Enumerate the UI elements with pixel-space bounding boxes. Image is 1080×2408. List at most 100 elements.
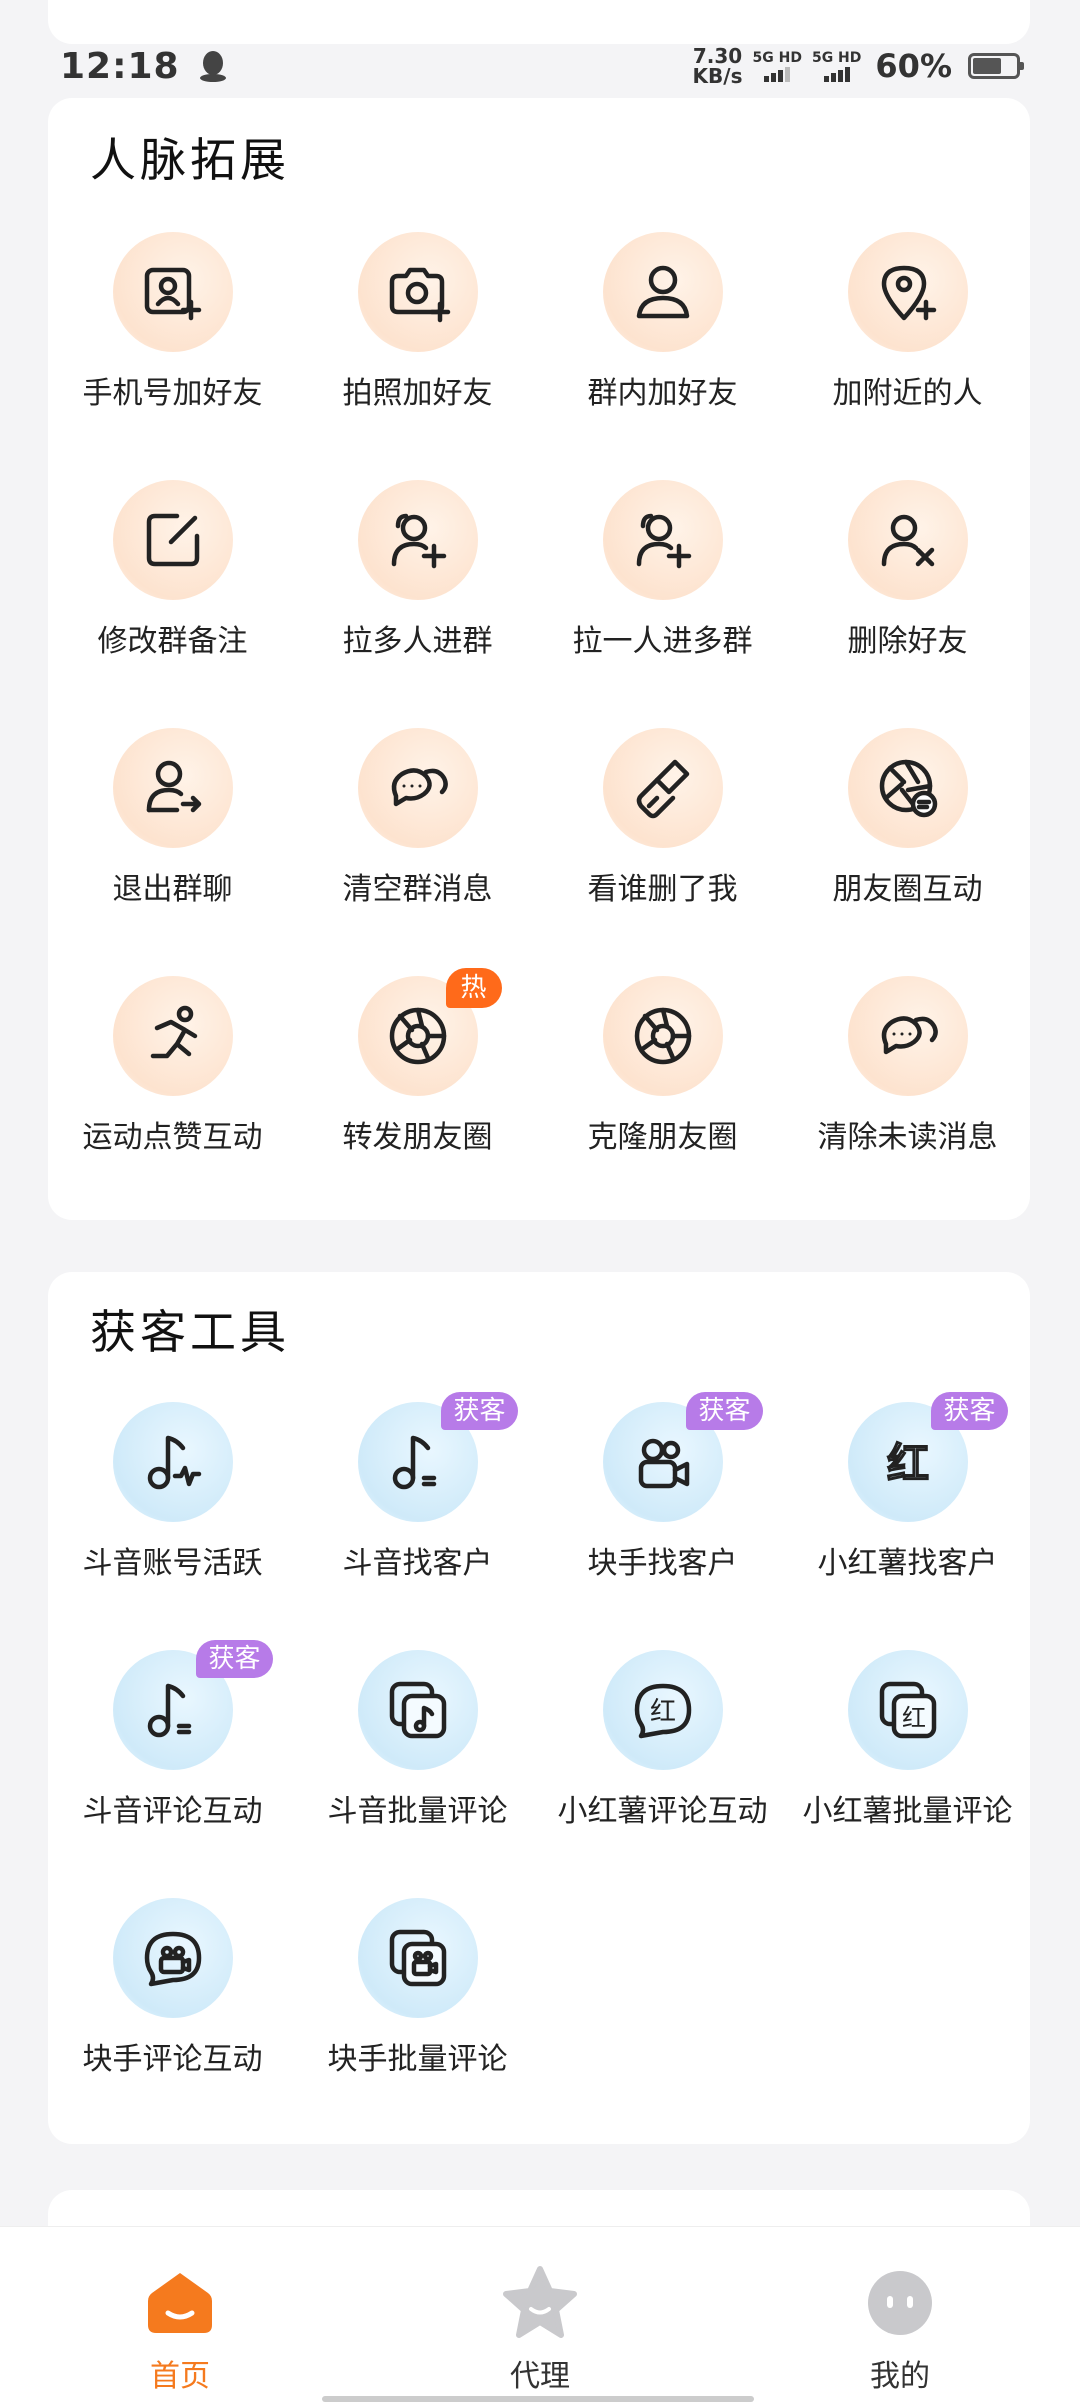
tool-item[interactable]: 手机号加好友 [50, 232, 295, 432]
tool-item[interactable]: 退出群聊 [50, 728, 295, 928]
person-icon [636, 265, 689, 319]
red-bubble-icon: 红 [634, 1683, 691, 1739]
music-note-icon [392, 1435, 436, 1490]
tool-item[interactable]: 获客块手找客户 [540, 1392, 785, 1602]
tool-item[interactable]: 拍照加好友 [295, 232, 540, 432]
nav-home[interactable]: 首页 [0, 2227, 360, 2408]
tool-icon-circle [357, 1650, 478, 1770]
tool-item[interactable]: 红小红薯批量评论 [785, 1650, 1030, 1850]
tool-item[interactable]: 拉一人进多群 [540, 480, 785, 680]
tool-icon-circle: 获客 [357, 1392, 518, 1522]
nav-mine[interactable]: 我的 [720, 2227, 1080, 2408]
tool-label: 清空群消息 [342, 872, 493, 907]
location-add-icon [881, 265, 936, 321]
tool-label: 运动点赞互动 [82, 1120, 263, 1155]
tool-item[interactable]: 删除好友 [785, 480, 1030, 680]
stacked-red-icon: 红 [879, 1681, 936, 1739]
tool-icon-circle [357, 728, 478, 848]
tool-label: 克隆朋友圈 [587, 1120, 738, 1155]
home-indicator [322, 2396, 754, 2402]
aperture-icon [634, 1007, 691, 1065]
tool-label: 拍照加好友 [342, 376, 493, 411]
tool-icon-circle [112, 728, 233, 848]
tool-label: 退出群聊 [112, 872, 233, 907]
tool-item[interactable]: 群内加好友 [540, 232, 785, 432]
tool-item[interactable]: 清除未读消息 [785, 976, 1030, 1176]
user-add-icon [636, 513, 691, 569]
tool-icon-circle [847, 480, 968, 600]
status-indicators: 7.30 KB/s 5G HD 5G HD 60% [692, 44, 1024, 88]
music-note-icon [147, 1683, 191, 1738]
aperture-chat-icon [879, 759, 937, 818]
running-icon [150, 1005, 197, 1059]
tool-item[interactable]: 红获客 小红薯找客户 [785, 1392, 1030, 1602]
tool-item[interactable]: 斗音批量评论 [295, 1650, 540, 1850]
tool-icon-circle [847, 728, 968, 848]
tool-icon-circle [602, 480, 723, 600]
tool-icon-circle: 获客 [602, 1392, 763, 1522]
tool-icon-circle [112, 1402, 233, 1522]
tool-label: 小红薯批量评论 [802, 1794, 1013, 1829]
tool-icon-circle [847, 976, 968, 1096]
music-pulse-icon [147, 1435, 201, 1490]
tool-icon-circle: 热 [357, 968, 502, 1096]
nav-agent[interactable]: 代理 [360, 2227, 720, 2408]
tool-label: 加附近的人 [832, 376, 983, 411]
tool-item[interactable]: 获客斗音找客户 [295, 1392, 540, 1602]
tool-label: 块手评论互动 [82, 2042, 263, 2077]
tool-item[interactable]: 热转发朋友圈 [295, 968, 540, 1176]
network-expansion-card: 人脉拓展 手机号加好友 拍照加好友 群内加好友 加附近的人 修改群备注 拉多人进群 拉一人进… [48, 98, 1030, 1220]
tool-icon-circle: 红 [847, 1650, 968, 1770]
tool-item[interactable]: 拉多人进群 [295, 480, 540, 680]
tool-icon-circle: 红 [602, 1650, 723, 1770]
tool-item[interactable]: 块手评论互动 [50, 1898, 295, 2098]
tool-icon-circle [112, 232, 233, 352]
tool-label: 小红薯找客户 [817, 1546, 998, 1581]
status-bar: 12:18 7.30 KB/s 5G HD 5G HD 60% [0, 36, 1080, 96]
tool-label: 块手批量评论 [327, 2042, 508, 2077]
battery-icon [968, 53, 1024, 79]
stacked-music-icon [389, 1681, 446, 1739]
tool-icon-circle [602, 232, 723, 352]
tool-item[interactable]: 获客 斗音评论互动 [50, 1640, 295, 1850]
brush-icon [636, 759, 689, 819]
customer-acquisition-card: 获客工具 斗音账号活跃 获客 斗音找客户 获客 块手找客户红获客 小红薯找客户 获客 斗音评论… [48, 1272, 1030, 2144]
chat-bubbles-icon [391, 768, 448, 807]
tool-icon-circle [112, 976, 233, 1096]
tool-label: 转发朋友圈 [342, 1120, 493, 1155]
hot-badge: 热 [445, 968, 502, 1008]
sim2-signal: 5G HD [812, 50, 861, 82]
tool-item[interactable]: 清空群消息 [295, 728, 540, 928]
network-speed: 7.30 KB/s [692, 44, 743, 88]
tool-item[interactable]: 朋友圈互动 [785, 728, 1030, 928]
tool-label: 块手找客户 [587, 1546, 738, 1581]
tool-item[interactable]: 看谁删了我 [540, 728, 785, 928]
tool-label: 斗音找客户 [342, 1546, 493, 1581]
tool-item[interactable]: 修改群备注 [50, 480, 295, 680]
tool-item[interactable]: 红小红薯评论互动 [540, 1650, 785, 1850]
tool-item[interactable]: 加附近的人 [785, 232, 1030, 432]
bottom-navigation: 首页 代理 我的 [0, 2226, 1080, 2408]
tool-item[interactable]: 块手批量评论 [295, 1898, 540, 2098]
tool-label: 手机号加好友 [82, 376, 263, 411]
tool-icon-circle [602, 728, 723, 848]
section-title: 获客工具 [90, 1305, 290, 1359]
tool-label: 拉一人进多群 [572, 624, 753, 659]
tool-label: 删除好友 [847, 624, 968, 659]
star-icon [503, 2266, 577, 2338]
tool-label: 拉多人进群 [342, 624, 493, 659]
tool-icon-circle [357, 480, 478, 600]
tool-item[interactable]: 克隆朋友圈 [540, 976, 785, 1176]
contact-card-add-icon [144, 267, 201, 321]
sim1-signal: 5G HD [753, 50, 802, 82]
video-camera-icon [638, 1438, 689, 1489]
tool-item[interactable]: 斗音账号活跃 [50, 1402, 295, 1602]
status-time: 12:18 [60, 45, 180, 87]
tool-label: 群内加好友 [587, 376, 738, 411]
tool-item[interactable]: 运动点赞互动 [50, 976, 295, 1176]
acquire-badge: 获客 [441, 1392, 518, 1430]
red-character-icon: 红 [885, 1438, 930, 1490]
tool-label: 朋友圈互动 [832, 872, 983, 907]
qq-penguin-icon [199, 51, 226, 82]
tool-label: 看谁删了我 [587, 872, 738, 907]
